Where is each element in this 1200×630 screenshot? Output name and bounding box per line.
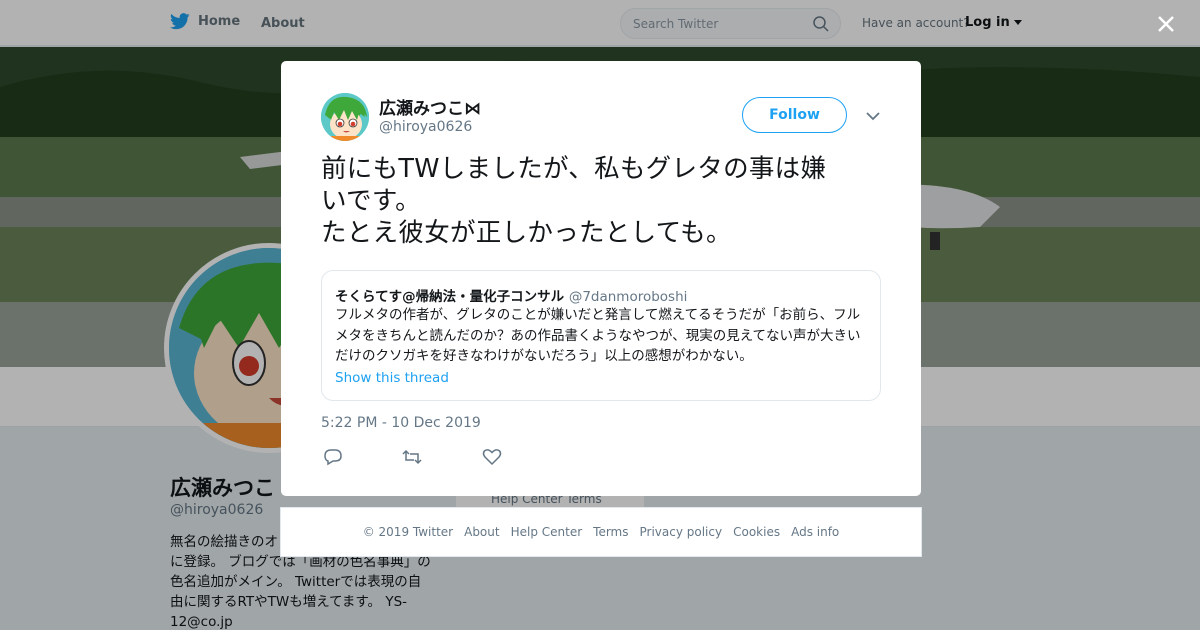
quoted-author: そくらてす@帰納法・量化子コンサル @7danmoroboshi (335, 285, 687, 305)
quoted-tweet-text: フルメタの作者が、グレタのことが嫌いだと発言して燃えてるそうだが「お前ら、フルメ… (335, 307, 861, 364)
tweet-timestamp[interactable]: 5:22 PM - 10 Dec 2019 (321, 415, 481, 431)
show-thread-link[interactable]: Show this thread (335, 370, 449, 386)
footer-link-privacy[interactable]: Privacy policy (640, 525, 723, 539)
quoted-author-name: そくらてす@帰納法・量化子コンサル (335, 289, 565, 305)
retweet-icon[interactable] (402, 448, 422, 466)
tweet-text-line: たとえ彼女が正しかったとしても。 (321, 218, 732, 248)
footer-link-cookies[interactable]: Cookies (733, 525, 780, 539)
quoted-tweet[interactable]: そくらてす@帰納法・量化子コンサル @7danmoroboshi フルメタの作者… (321, 270, 881, 401)
footer-link-help-center[interactable]: Help Center (511, 525, 583, 539)
footer-copyright: © 2019 Twitter (362, 525, 454, 539)
author-avatar[interactable] (321, 93, 369, 141)
tweet-modal: 広瀬みつこ⋈ @hiroya0626 Follow 前にもTWしましたが、私もグ… (281, 61, 921, 496)
close-icon[interactable] (1152, 10, 1180, 38)
modal-footer: © 2019 Twitter About Help Center Terms P… (280, 507, 922, 557)
tweet-text-line: いです。 (321, 186, 421, 216)
footer-link-about[interactable]: About (464, 525, 499, 539)
author-name[interactable]: 広瀬みつこ⋈ (379, 94, 481, 119)
reply-icon[interactable] (323, 448, 343, 466)
quoted-author-handle: @7danmoroboshi (568, 289, 688, 305)
chevron-down-icon[interactable] (863, 108, 883, 124)
tweet-text-line: 前にもTWしましたが、私もグレタの事は嫌 (321, 154, 827, 184)
footer-link-ads-info[interactable]: Ads info (791, 525, 839, 539)
follow-button[interactable]: Follow (742, 97, 847, 133)
like-icon[interactable] (482, 448, 502, 466)
tweet-text: 前にもTWしましたが、私もグレタの事は嫌 いです。 たとえ彼女が正しかったとして… (321, 153, 881, 249)
footer-link-terms[interactable]: Terms (593, 525, 628, 539)
author-handle[interactable]: @hiroya0626 (379, 119, 472, 135)
